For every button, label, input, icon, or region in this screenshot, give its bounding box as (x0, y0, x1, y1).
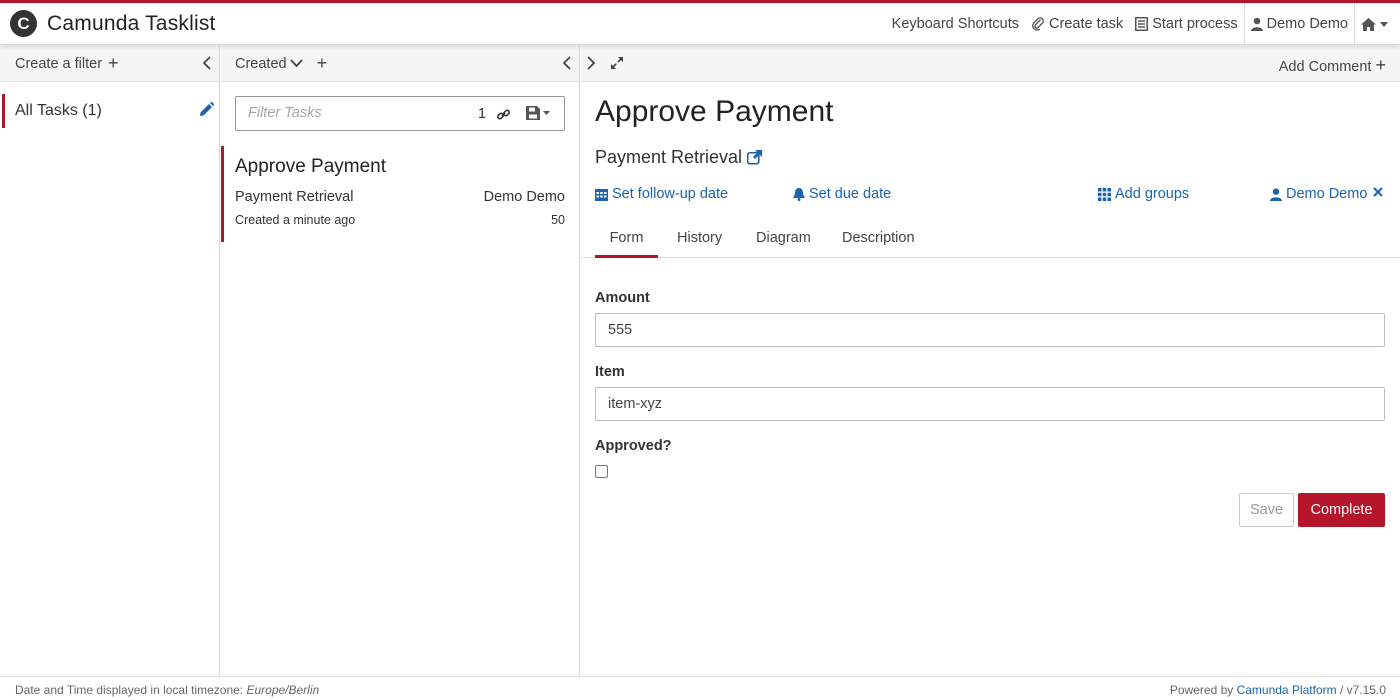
item-label: Item (595, 364, 625, 380)
user-icon (1250, 17, 1263, 31)
add-groups-label: Add groups (1115, 186, 1190, 202)
create-filter-button[interactable]: Create a filter (15, 56, 102, 72)
list-icon (1135, 17, 1149, 31)
header-nav: Keyboard Shortcuts Create task Start pro… (886, 3, 1400, 45)
approved-checkbox[interactable] (595, 465, 608, 478)
caret-down-icon (543, 111, 550, 115)
fullscreen-icon[interactable] (610, 56, 624, 70)
task-detail-column: Add Comment + Approve Payment Payment Re… (581, 46, 1400, 676)
add-comment-button[interactable]: Add Comment + (1279, 55, 1386, 76)
start-process-link[interactable]: Start process (1129, 3, 1243, 45)
process-link[interactable]: Payment Retrieval (595, 147, 763, 168)
chevron-right-icon[interactable] (587, 56, 596, 70)
sort-created-button[interactable]: Created (235, 56, 287, 72)
process-name: Payment Retrieval (595, 147, 743, 167)
approved-label: Approved? (595, 438, 672, 454)
pencil-icon[interactable] (199, 102, 214, 117)
keyboard-shortcuts-link[interactable]: Keyboard Shortcuts (886, 3, 1025, 45)
filter-item-label: All Tasks (1) (15, 102, 102, 119)
home-menu[interactable] (1355, 3, 1400, 45)
tab-form[interactable]: Form (595, 230, 658, 258)
camunda-platform-link[interactable]: Camunda Platform (1237, 683, 1337, 697)
powered-by: Powered by Camunda Platform / v7.15.0 (1170, 683, 1386, 697)
bell-icon (793, 187, 805, 201)
start-process-label: Start process (1152, 16, 1238, 32)
floppy-disk-icon (526, 106, 540, 120)
save-button[interactable]: Save (1239, 493, 1294, 527)
camunda-logo-icon[interactable]: C (10, 10, 37, 37)
amount-label: Amount (595, 290, 650, 306)
amount-input[interactable] (595, 313, 1385, 347)
create-task-link[interactable]: Create task (1025, 3, 1129, 45)
task-detail-header: Add Comment + (581, 46, 1400, 82)
timezone-prefix: Date and Time displayed in local timezon… (15, 683, 247, 697)
assignee-label: Demo Demo (1286, 186, 1368, 202)
tab-description[interactable]: Description (842, 230, 915, 258)
grid-icon (1098, 187, 1111, 201)
task-tabs: Form History Diagram Description (581, 224, 1400, 258)
powered-prefix: Powered by (1169, 683, 1237, 697)
due-date-label: Set due date (809, 186, 892, 202)
caret-down-icon (1380, 21, 1388, 27)
task-name: Approve Payment (235, 156, 387, 177)
filter-item-all-tasks[interactable]: All Tasks (1) (2, 94, 218, 128)
complete-button[interactable]: Complete (1298, 493, 1385, 527)
keyboard-shortcuts-label: Keyboard Shortcuts (891, 16, 1020, 32)
timezone-note: Date and Time displayed in local timezon… (15, 683, 319, 697)
add-sorting-icon[interactable]: + (317, 53, 328, 74)
user-menu[interactable]: Demo Demo (1245, 3, 1354, 45)
save-search-dropdown[interactable] (526, 106, 550, 120)
filters-column: Create a filter + All Tasks (1) (0, 46, 220, 676)
task-priority: 50 (551, 213, 565, 227)
version-text: / v7.15.0 (1336, 683, 1386, 697)
plus-icon[interactable]: + (108, 53, 119, 74)
task-title: Approve Payment (595, 95, 834, 128)
chevron-down-icon[interactable] (289, 59, 303, 68)
close-icon (1373, 187, 1383, 197)
set-due-date-button[interactable]: Set due date (793, 186, 891, 202)
task-item[interactable]: Approve Payment Payment Retrieval Demo D… (221, 146, 579, 242)
home-icon (1361, 17, 1376, 31)
item-input[interactable] (595, 387, 1385, 421)
user-name: Demo Demo (1266, 16, 1348, 32)
footer: Date and Time displayed in local timezon… (0, 676, 1400, 700)
create-task-label: Create task (1049, 16, 1124, 32)
external-link-icon (747, 150, 763, 165)
app-title[interactable]: Camunda Tasklist (47, 12, 216, 36)
link-icon[interactable] (496, 107, 511, 122)
task-created: Created a minute ago (235, 213, 356, 227)
task-assignee: Demo Demo (483, 189, 565, 205)
timezone-value: Europe/Berlin (246, 683, 320, 697)
add-groups-button[interactable]: Add groups (1098, 186, 1189, 202)
follow-up-label: Set follow-up date (612, 186, 729, 202)
chevron-left-icon[interactable] (202, 56, 211, 70)
assignee-button[interactable]: Demo Demo (1270, 186, 1367, 202)
set-follow-up-date-button[interactable]: Set follow-up date (595, 186, 728, 202)
task-process: Payment Retrieval (235, 189, 354, 205)
add-comment-label: Add Comment (1278, 59, 1372, 75)
tab-diagram[interactable]: Diagram (756, 230, 811, 258)
task-search-input[interactable] (248, 105, 468, 121)
task-actions: Set follow-up date Set due date Add grou… (595, 186, 1387, 206)
tasklist-header: Created + (221, 46, 579, 82)
task-search-box: 1 (235, 96, 565, 131)
app-header: C Camunda Tasklist Keyboard Shortcuts Cr… (0, 3, 1400, 45)
tab-history[interactable]: History (677, 230, 722, 258)
filters-header: Create a filter + (0, 46, 219, 82)
task-count: 1 (478, 106, 487, 122)
calendar-icon (595, 188, 608, 201)
paperclip-icon (1032, 17, 1044, 31)
chevron-left-icon[interactable] (562, 56, 571, 70)
remove-assignee-button[interactable] (1373, 187, 1387, 197)
plus-icon: + (1375, 55, 1386, 75)
tasklist-column: Created + 1 Approve Payment Payment Retr… (221, 46, 580, 676)
user-icon (1270, 188, 1282, 201)
